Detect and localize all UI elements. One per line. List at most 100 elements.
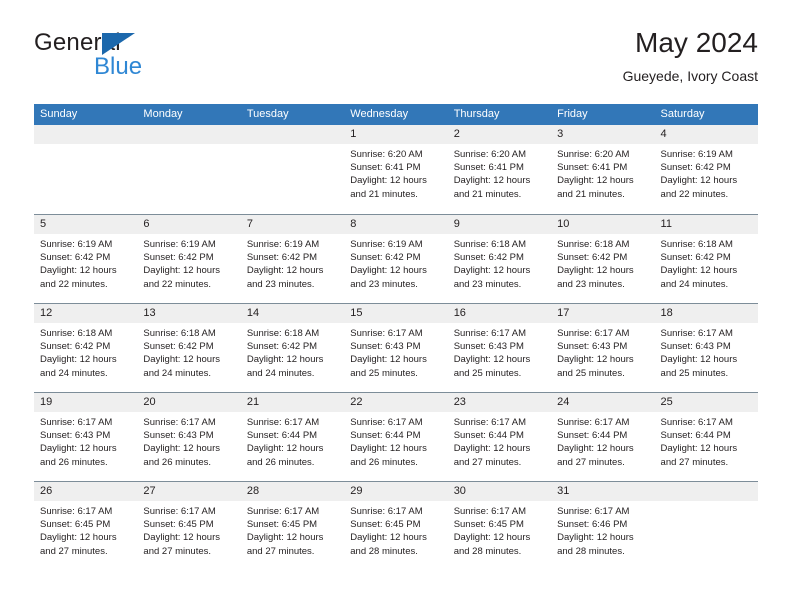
- sunset-text: Sunset: 6:42 PM: [143, 252, 214, 264]
- day-cell[interactable]: 23 Sunrise: 6:17 AM Sunset: 6:44 PM Dayl…: [447, 393, 552, 481]
- sunrise-text: Sunrise: 6:20 AM: [557, 149, 630, 160]
- day-number: [137, 125, 241, 144]
- sunset-text: Sunset: 6:43 PM: [453, 341, 524, 353]
- day-cell[interactable]: [240, 125, 345, 214]
- day-info: Sunrise: 6:17 AM Sunset: 6:43 PM Dayligh…: [137, 412, 240, 469]
- sunset-text: Sunset: 6:45 PM: [40, 519, 111, 531]
- day-cell[interactable]: [34, 125, 138, 214]
- day-number: 28: [240, 482, 345, 501]
- daylight-text-line1: Daylight: 12 hours: [660, 265, 738, 277]
- day-cell[interactable]: 13 Sunrise: 6:18 AM Sunset: 6:42 PM Dayl…: [137, 304, 241, 392]
- day-info: Sunrise: 6:17 AM Sunset: 6:45 PM Dayligh…: [344, 501, 447, 558]
- day-cell[interactable]: 25 Sunrise: 6:17 AM Sunset: 6:44 PM Dayl…: [654, 393, 758, 481]
- day-cell[interactable]: 3 Sunrise: 6:20 AM Sunset: 6:41 PM Dayli…: [551, 125, 655, 214]
- day-cell[interactable]: 22 Sunrise: 6:17 AM Sunset: 6:44 PM Dayl…: [344, 393, 448, 481]
- daylight-text-line1: Daylight: 12 hours: [660, 354, 738, 366]
- sunset-text: Sunset: 6:42 PM: [557, 252, 628, 264]
- day-info: Sunrise: 6:17 AM Sunset: 6:43 PM Dayligh…: [344, 323, 447, 380]
- sunrise-text: Sunrise: 6:19 AM: [143, 239, 216, 250]
- day-info: Sunrise: 6:18 AM Sunset: 6:42 PM Dayligh…: [241, 323, 344, 380]
- day-cell[interactable]: 15 Sunrise: 6:17 AM Sunset: 6:43 PM Dayl…: [344, 304, 448, 392]
- daylight-text-line2: and 26 minutes.: [350, 456, 418, 468]
- day-cell[interactable]: 29 Sunrise: 6:17 AM Sunset: 6:45 PM Dayl…: [344, 482, 448, 570]
- day-cell[interactable]: 4 Sunrise: 6:19 AM Sunset: 6:42 PM Dayli…: [654, 125, 758, 214]
- daylight-text-line1: Daylight: 12 hours: [350, 354, 427, 366]
- day-number: 9: [447, 215, 552, 234]
- sunset-text: Sunset: 6:42 PM: [246, 341, 318, 353]
- day-cell[interactable]: 8 Sunrise: 6:19 AM Sunset: 6:42 PM Dayli…: [344, 215, 448, 303]
- day-cell[interactable]: 19 Sunrise: 6:17 AM Sunset: 6:43 PM Dayl…: [34, 393, 138, 481]
- daylight-text-line1: Daylight: 12 hours: [660, 443, 738, 455]
- sunset-text: Sunset: 6:44 PM: [246, 430, 318, 442]
- sunset-text: Sunset: 6:42 PM: [40, 252, 111, 264]
- day-cell[interactable]: 12 Sunrise: 6:18 AM Sunset: 6:42 PM Dayl…: [34, 304, 138, 392]
- day-info: Sunrise: 6:17 AM Sunset: 6:44 PM Dayligh…: [448, 412, 551, 469]
- day-cell[interactable]: 17 Sunrise: 6:17 AM Sunset: 6:43 PM Dayl…: [551, 304, 655, 392]
- day-cell[interactable]: [137, 125, 241, 214]
- sunset-text: Sunset: 6:43 PM: [660, 341, 731, 353]
- daylight-text-line2: and 25 minutes.: [453, 367, 522, 379]
- day-number: 10: [551, 215, 655, 234]
- day-cell[interactable]: 16 Sunrise: 6:17 AM Sunset: 6:43 PM Dayl…: [447, 304, 552, 392]
- daylight-text-line1: Daylight: 12 hours: [40, 354, 117, 366]
- day-cell[interactable]: 28 Sunrise: 6:17 AM Sunset: 6:45 PM Dayl…: [240, 482, 345, 570]
- day-cell[interactable]: 26 Sunrise: 6:17 AM Sunset: 6:45 PM Dayl…: [34, 482, 138, 570]
- daylight-text-line2: and 21 minutes.: [453, 188, 522, 200]
- day-number: 6: [137, 215, 241, 234]
- daylight-text-line2: and 28 minutes.: [350, 545, 418, 557]
- day-info: Sunrise: 6:17 AM Sunset: 6:43 PM Dayligh…: [655, 323, 758, 380]
- day-cell[interactable]: 18 Sunrise: 6:17 AM Sunset: 6:43 PM Dayl…: [654, 304, 758, 392]
- page-header: General Blue May 2024 Gueyede, Ivory Coa…: [34, 26, 758, 98]
- daylight-text-line1: Daylight: 12 hours: [557, 265, 634, 277]
- sunrise-text: Sunrise: 6:17 AM: [453, 417, 527, 428]
- day-number: 24: [551, 393, 655, 412]
- day-cell[interactable]: 20 Sunrise: 6:17 AM Sunset: 6:43 PM Dayl…: [137, 393, 241, 481]
- day-cell[interactable]: 2 Sunrise: 6:20 AM Sunset: 6:41 PM Dayli…: [447, 125, 552, 214]
- day-info: Sunrise: 6:19 AM Sunset: 6:42 PM Dayligh…: [137, 234, 240, 291]
- day-info: Sunrise: 6:19 AM Sunset: 6:42 PM Dayligh…: [344, 234, 447, 291]
- sunrise-text: Sunrise: 6:20 AM: [453, 149, 527, 160]
- sunrise-text: Sunrise: 6:19 AM: [660, 149, 733, 160]
- daylight-text-line1: Daylight: 12 hours: [143, 354, 220, 366]
- day-info: Sunrise: 6:19 AM Sunset: 6:42 PM Dayligh…: [241, 234, 344, 291]
- day-cell[interactable]: 24 Sunrise: 6:17 AM Sunset: 6:44 PM Dayl…: [551, 393, 655, 481]
- sunrise-text: Sunrise: 6:19 AM: [246, 239, 320, 250]
- day-cell[interactable]: 31 Sunrise: 6:17 AM Sunset: 6:46 PM Dayl…: [551, 482, 655, 570]
- sunrise-text: Sunrise: 6:18 AM: [453, 239, 527, 250]
- day-cell[interactable]: 1 Sunrise: 6:20 AM Sunset: 6:41 PM Dayli…: [344, 125, 448, 214]
- daylight-text-line1: Daylight: 12 hours: [350, 265, 427, 277]
- daylight-text-line1: Daylight: 12 hours: [246, 532, 324, 544]
- daylight-text-line1: Daylight: 12 hours: [557, 354, 634, 366]
- sunset-text: Sunset: 6:44 PM: [350, 430, 421, 442]
- day-cell[interactable]: [654, 482, 758, 570]
- sunset-text: Sunset: 6:42 PM: [40, 341, 111, 353]
- day-cell[interactable]: 11 Sunrise: 6:18 AM Sunset: 6:42 PM Dayl…: [654, 215, 758, 303]
- day-cell[interactable]: 7 Sunrise: 6:19 AM Sunset: 6:42 PM Dayli…: [240, 215, 345, 303]
- day-cell[interactable]: 6 Sunrise: 6:19 AM Sunset: 6:42 PM Dayli…: [137, 215, 241, 303]
- day-info: [241, 144, 344, 148]
- sunrise-text: Sunrise: 6:17 AM: [143, 417, 216, 428]
- day-cell[interactable]: 30 Sunrise: 6:17 AM Sunset: 6:45 PM Dayl…: [447, 482, 552, 570]
- day-cell[interactable]: 14 Sunrise: 6:18 AM Sunset: 6:42 PM Dayl…: [240, 304, 345, 392]
- daylight-text-line2: and 21 minutes.: [557, 188, 625, 200]
- daylight-text-line1: Daylight: 12 hours: [453, 532, 531, 544]
- day-cell[interactable]: 5 Sunrise: 6:19 AM Sunset: 6:42 PM Dayli…: [34, 215, 138, 303]
- day-info: Sunrise: 6:17 AM Sunset: 6:44 PM Dayligh…: [241, 412, 344, 469]
- daylight-text-line1: Daylight: 12 hours: [453, 175, 531, 187]
- sunrise-text: Sunrise: 6:17 AM: [350, 417, 423, 428]
- day-number: 30: [447, 482, 552, 501]
- calendar-page: General Blue May 2024 Gueyede, Ivory Coa…: [0, 0, 792, 612]
- sunrise-text: Sunrise: 6:17 AM: [40, 417, 113, 428]
- sunset-text: Sunset: 6:42 PM: [453, 252, 524, 264]
- day-cell[interactable]: 9 Sunrise: 6:18 AM Sunset: 6:42 PM Dayli…: [447, 215, 552, 303]
- blue-triangle-icon: [102, 33, 135, 55]
- day-cell[interactable]: 27 Sunrise: 6:17 AM Sunset: 6:45 PM Dayl…: [137, 482, 241, 570]
- logo-text-blue: Blue: [94, 53, 143, 80]
- weekday-header-monday: Monday: [143, 108, 183, 120]
- day-cell[interactable]: 21 Sunrise: 6:17 AM Sunset: 6:44 PM Dayl…: [240, 393, 345, 481]
- daylight-text-line2: and 27 minutes.: [246, 545, 315, 557]
- day-cell[interactable]: 10 Sunrise: 6:18 AM Sunset: 6:42 PM Dayl…: [551, 215, 655, 303]
- general-blue-logo[interactable]: General Blue: [34, 30, 254, 84]
- day-number: 5: [34, 215, 138, 234]
- day-info: [34, 144, 137, 148]
